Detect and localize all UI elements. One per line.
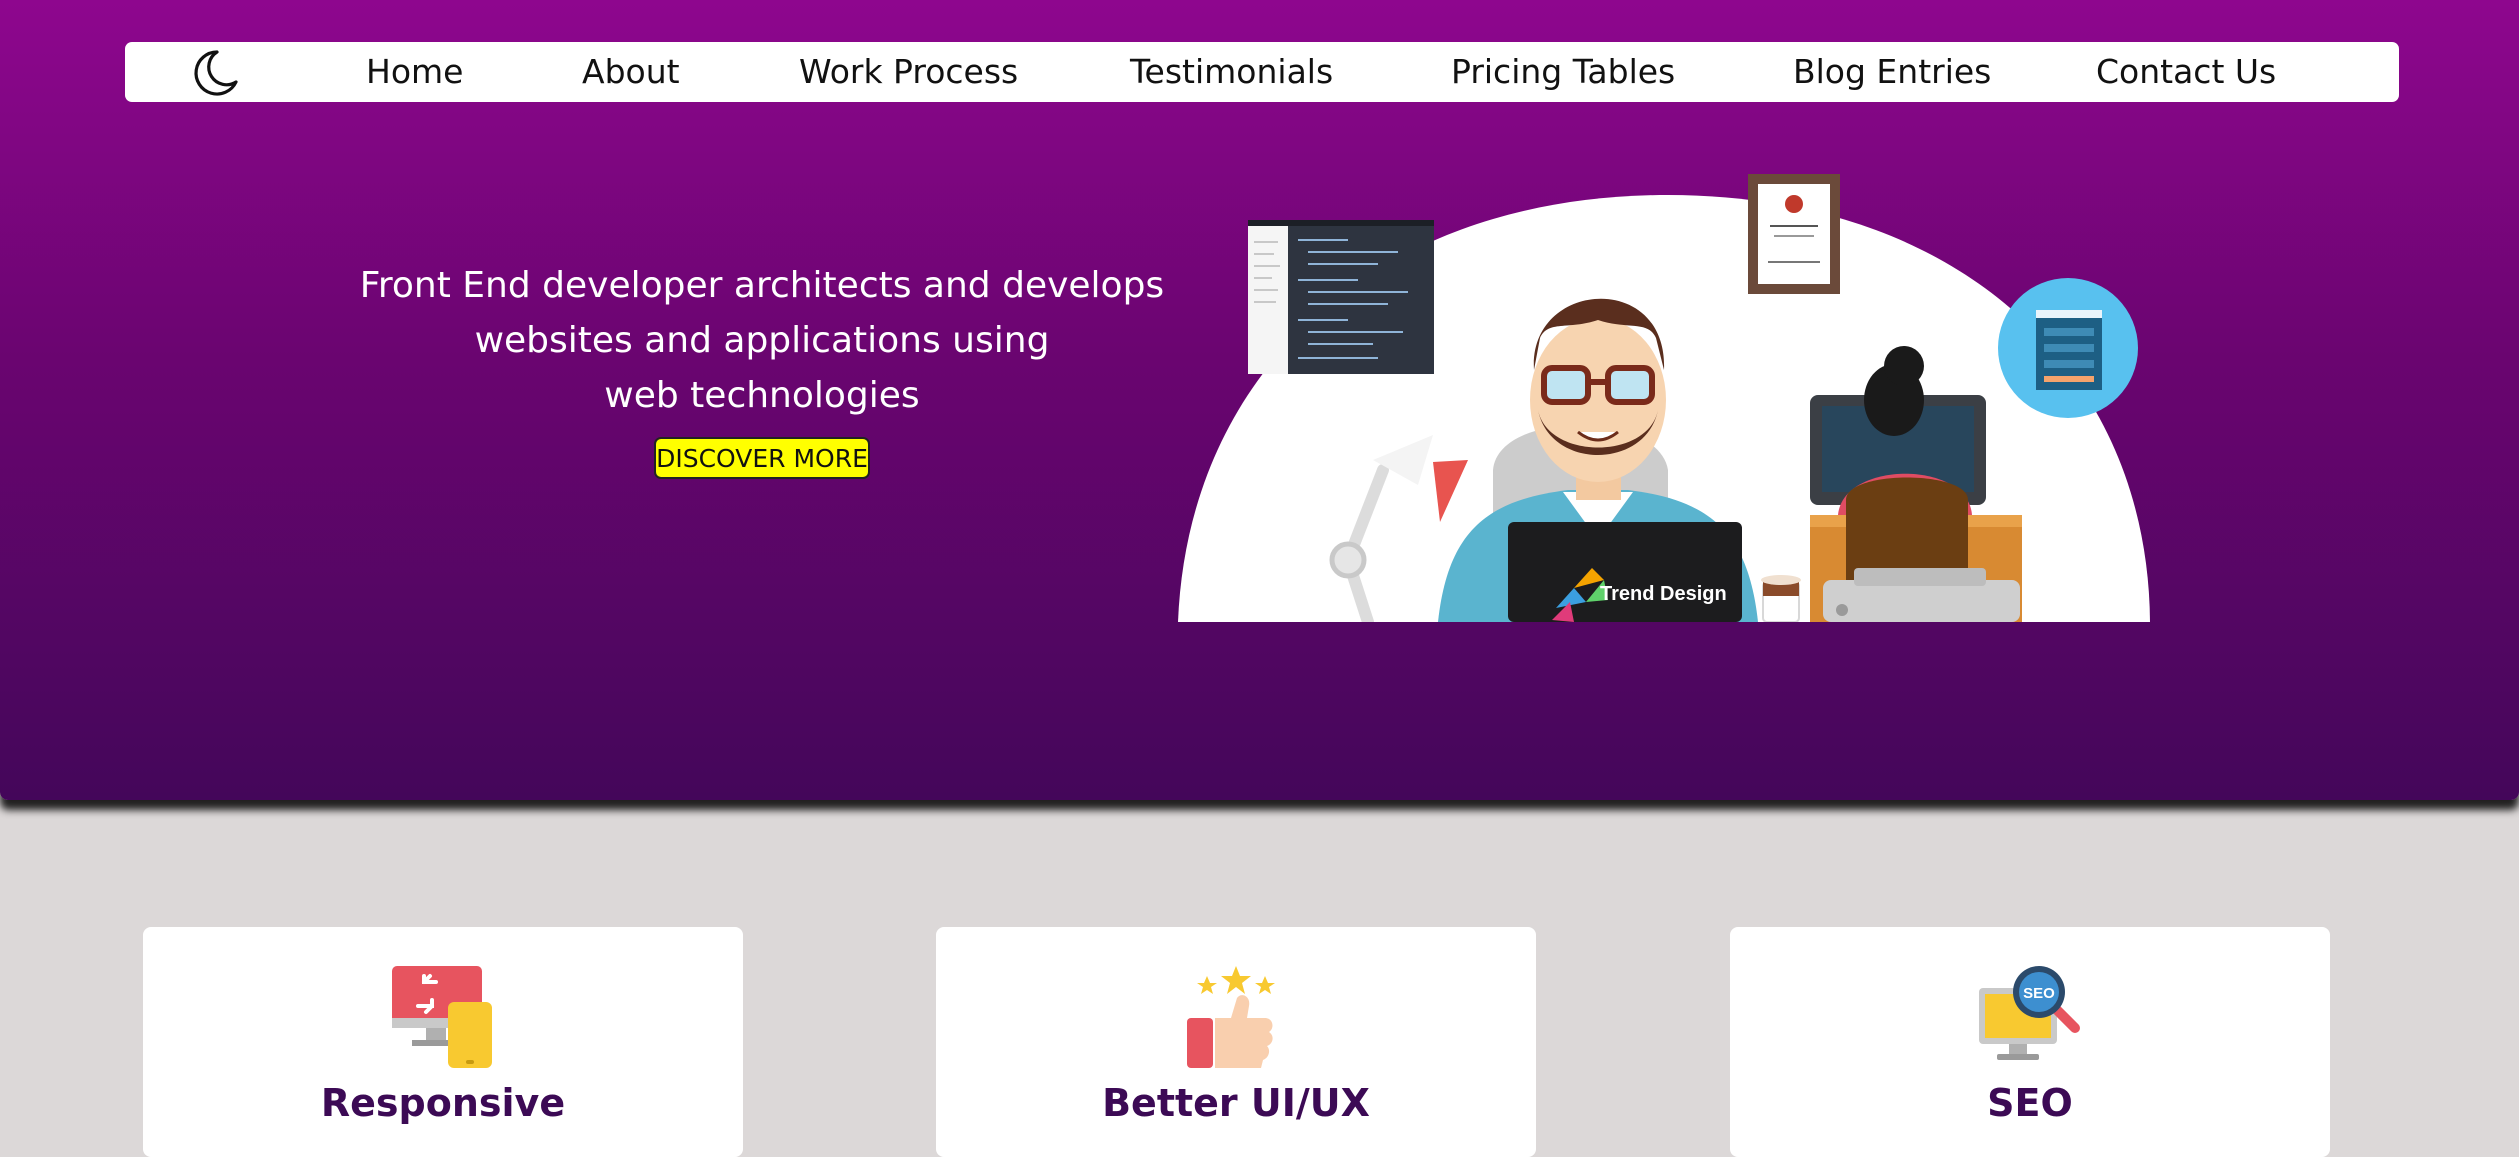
feature-card-seo: SEO SEO [1730,927,2330,1157]
laptop-label: Trend Design [1600,583,1727,605]
feature-title-ui-ux: Better UI/UX [1102,1081,1370,1125]
nav-about[interactable]: About [582,50,680,94]
nav-work-process[interactable]: Work Process [799,50,1018,94]
certificate-frame-image [1748,174,1840,294]
developer-illustration: Trend Design [1178,174,2150,622]
nav-contact-us[interactable]: Contact Us [2096,50,2276,94]
svg-text:SEO: SEO [2023,985,2055,1002]
hero-line-1: Front End developer architects and devel… [359,265,1165,306]
hero-line-3: web technologies [604,375,920,416]
seo-magnifier-icon: SEO [1979,966,2080,1060]
hero-line-2: websites and applications using [474,320,1050,361]
nav-home[interactable]: Home [366,50,463,94]
nav-pricing-tables[interactable]: Pricing Tables [1451,50,1675,94]
feature-card-responsive: Responsive [143,927,743,1157]
navbar: Home About Work Process Testimonials Pri… [125,42,2399,102]
nav-blog-entries[interactable]: Blog Entries [1793,50,1991,94]
blue-document-badge [1998,278,2138,418]
code-editor-image [1248,220,1434,374]
laptop-image: Trend Design [1508,522,1742,622]
moon-icon[interactable] [187,46,241,100]
hero-headline: Front End developer architects and devel… [340,258,1184,423]
responsive-devices-icon [392,966,492,1068]
feature-title-responsive: Responsive [320,1081,566,1125]
feature-title-seo: SEO [1987,1081,2073,1125]
coffee-cup-image [1761,575,1801,622]
thumbs-up-stars-icon [1187,966,1275,1068]
hero-section: Home About Work Process Testimonials Pri… [0,0,2519,800]
nav-testimonials[interactable]: Testimonials [1130,50,1333,94]
discover-more-button[interactable]: DISCOVER MORE [654,437,870,479]
feature-card-ui-ux: Better UI/UX [936,927,1536,1157]
